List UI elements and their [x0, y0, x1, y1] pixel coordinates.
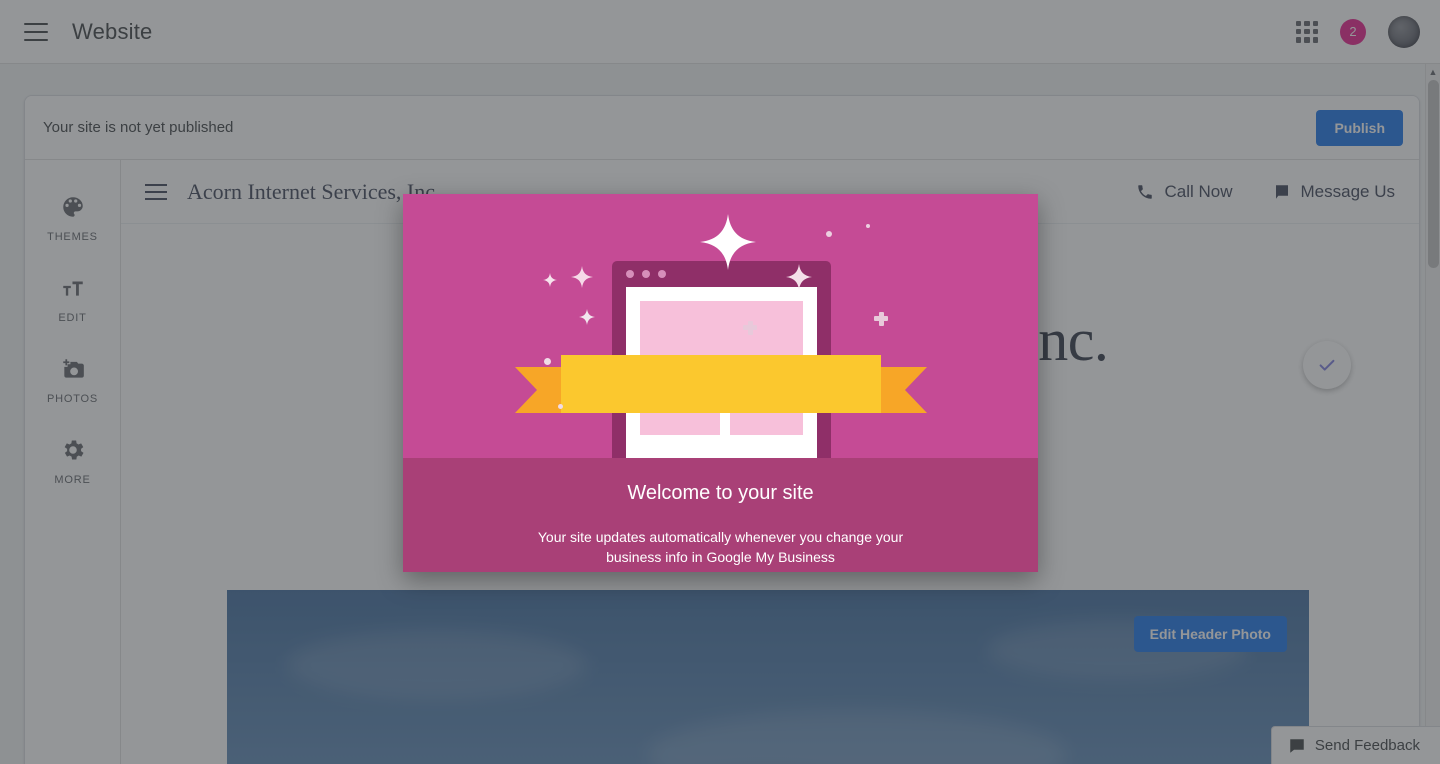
sparkle-icon — [543, 273, 557, 287]
browser-dot — [658, 270, 666, 278]
sparkle-icon — [579, 309, 595, 325]
sparkle-dot — [558, 404, 563, 409]
sparkle-dot — [544, 358, 551, 365]
sparkle-icon — [700, 214, 756, 270]
app-root: Website 2 Your site is not yet published… — [0, 0, 1440, 764]
browser-dot — [642, 270, 650, 278]
ribbon-banner — [561, 355, 881, 413]
sparkle-icon — [874, 316, 888, 321]
sparkle-icon — [571, 266, 593, 288]
welcome-modal: Welcome to your site Your site updates a… — [403, 194, 1038, 572]
modal-title: Welcome to your site — [627, 482, 814, 504]
sparkle-dot — [866, 224, 870, 228]
modal-text-block: Welcome to your site Your site updates a… — [403, 458, 1038, 567]
modal-description: Your site updates automatically whenever… — [537, 529, 904, 565]
sparkle-dot — [826, 231, 832, 237]
content-block — [640, 301, 803, 359]
browser-window-illustration — [403, 194, 1038, 458]
browser-dot — [626, 270, 634, 278]
sparkle-icon — [743, 325, 757, 330]
sparkle-icon — [786, 264, 812, 290]
